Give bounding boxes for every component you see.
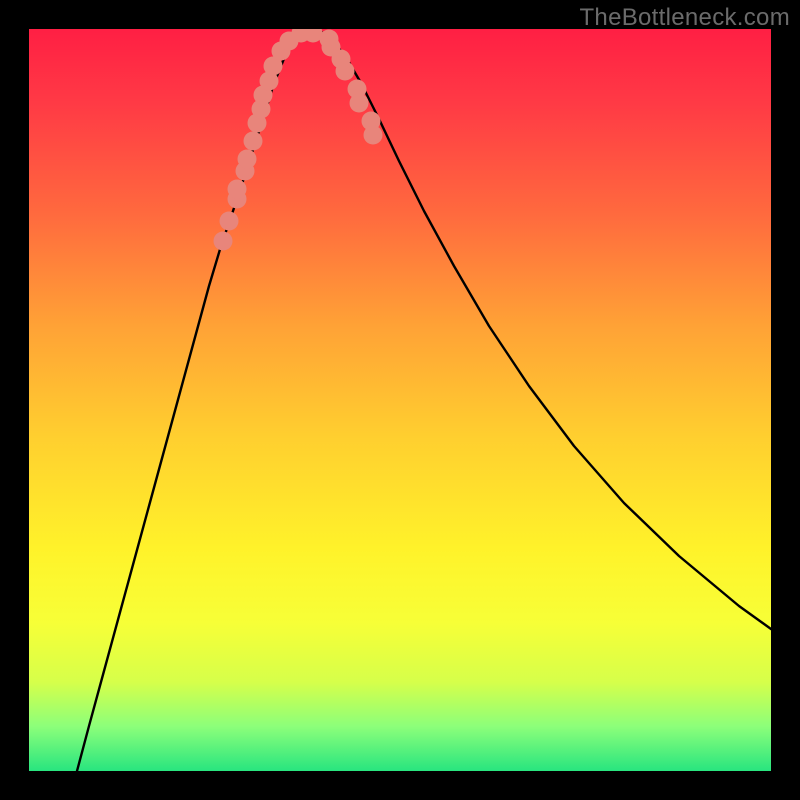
dot-point bbox=[336, 62, 355, 81]
dot-point bbox=[238, 150, 257, 169]
bottleneck-chart bbox=[29, 29, 771, 771]
bottleneck-curve bbox=[77, 31, 771, 771]
dot-point bbox=[244, 132, 263, 151]
dot-point bbox=[214, 232, 233, 251]
highlighted-points bbox=[214, 29, 383, 251]
dot-point bbox=[364, 126, 383, 145]
dot-point bbox=[220, 212, 239, 231]
chart-frame bbox=[29, 29, 771, 771]
dot-point bbox=[228, 180, 247, 199]
dot-point bbox=[350, 94, 369, 113]
watermark-text: TheBottleneck.com bbox=[579, 4, 790, 32]
